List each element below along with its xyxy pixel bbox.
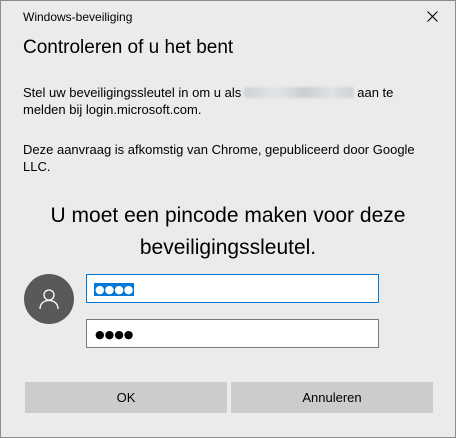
close-icon xyxy=(426,11,438,22)
title-bar: Windows-beveiliging xyxy=(1,1,455,32)
user-icon xyxy=(39,289,59,310)
pin-prompt: U moet een pincode maken voor deze bevei… xyxy=(50,204,406,259)
intro-text-start: Stel uw beveiligingssleutel in om u als xyxy=(23,85,242,100)
request-source-text: Deze aanvraag is afkomstig van Chrome, g… xyxy=(23,142,415,174)
ok-button[interactable]: OK xyxy=(25,382,227,413)
confirm-pin-input[interactable]: ●●●● xyxy=(86,319,379,348)
window-title: Windows-beveiliging xyxy=(23,10,133,24)
new-pin-value: ●●●● xyxy=(94,283,135,296)
avatar xyxy=(24,274,74,324)
redacted-email xyxy=(244,87,355,98)
close-button[interactable] xyxy=(409,1,455,32)
cancel-button[interactable]: Annuleren xyxy=(231,382,433,413)
security-dialog: Windows-beveiliging Controleren of u het… xyxy=(0,0,456,438)
confirm-pin-value: ●●●● xyxy=(95,328,134,341)
intro-text: Stel uw beveiligingssleutel in om u als a… xyxy=(23,84,433,118)
dialog-heading: Controleren of u het bent xyxy=(23,37,234,58)
new-pin-input[interactable]: ●●●● xyxy=(86,274,379,303)
